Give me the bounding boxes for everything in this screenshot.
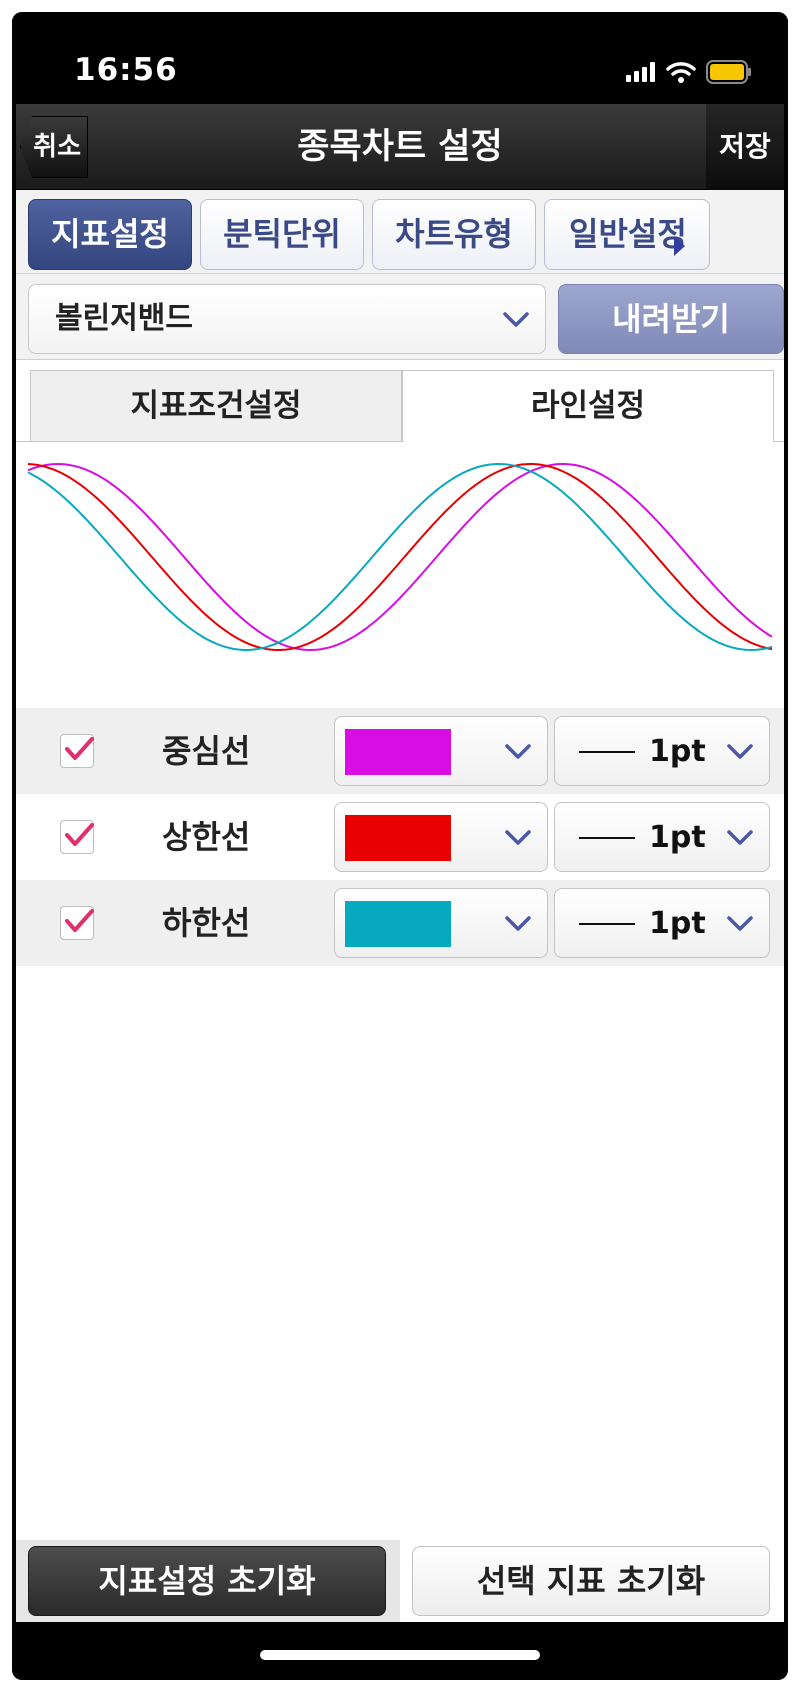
line-width-sample <box>579 923 635 925</box>
nav-bar: 종목차트 설정 취소 저장 <box>16 104 784 190</box>
reset-selected-indicator-button[interactable]: 선택 지표 초기화 <box>412 1546 770 1616</box>
page-title: 종목차트 설정 <box>297 127 503 167</box>
status-icons <box>626 58 752 86</box>
line-width-value: 1pt <box>649 734 706 769</box>
tab-chart-type[interactable]: 차트유형 <box>372 199 536 270</box>
line-label: 하한선 <box>162 904 251 942</box>
chevron-down-icon <box>505 744 531 759</box>
line-color-dropdown[interactable] <box>334 888 548 958</box>
line-checkbox[interactable] <box>60 820 94 854</box>
preview-wave-line <box>27 463 773 652</box>
checkmark-icon <box>65 909 94 932</box>
chevron-down-icon <box>727 744 753 759</box>
home-indicator[interactable] <box>260 1650 540 1660</box>
line-checkbox[interactable] <box>60 906 94 940</box>
line-width-dropdown[interactable]: 1pt <box>554 802 770 872</box>
chevron-down-icon <box>727 830 753 845</box>
indicator-select-row: 볼린저밴드 내려받기 <box>16 274 784 360</box>
line-label: 중심선 <box>162 732 251 770</box>
download-button[interactable]: 내려받기 <box>558 284 784 354</box>
tab-general-settings[interactable]: 일반설정 <box>544 199 710 270</box>
cancel-button[interactable]: 취소 <box>20 116 88 178</box>
chevron-down-icon <box>505 916 531 931</box>
color-swatch <box>345 901 451 947</box>
scroll-right-arrow-icon[interactable] <box>674 236 685 256</box>
reset-indicator-settings-button[interactable]: 지표설정 초기화 <box>28 1546 386 1616</box>
settings-tabs: 지표설정 분틱단위 차트유형 일반설정 <box>16 190 784 274</box>
chevron-down-icon <box>503 312 529 327</box>
line-row: 하한선 1pt <box>16 880 784 966</box>
preview-wave-line <box>27 463 773 651</box>
line-color-dropdown[interactable] <box>334 716 548 786</box>
tab-indicator-settings[interactable]: 지표설정 <box>28 199 192 270</box>
line-width-value: 1pt <box>649 906 706 941</box>
checkmark-icon <box>65 823 94 846</box>
chevron-down-icon <box>727 916 753 931</box>
line-width-dropdown[interactable]: 1pt <box>554 888 770 958</box>
wifi-icon <box>666 62 696 83</box>
save-button[interactable]: 저장 <box>706 104 784 190</box>
tab-tick-unit[interactable]: 분틱단위 <box>200 199 364 270</box>
status-bar: 16:56 <box>12 12 788 104</box>
line-row: 상한선 1pt <box>16 794 784 880</box>
line-row: 중심선 1pt <box>16 708 784 794</box>
tab-indicator-conditions[interactable]: 지표조건설정 <box>30 370 402 442</box>
preview-wave-line <box>27 462 773 652</box>
color-swatch <box>345 729 451 775</box>
line-settings-list: 중심선 1pt 상한선 1pt 하한선 1pt <box>16 708 784 966</box>
line-preview-wave <box>16 442 784 672</box>
chevron-down-icon <box>505 830 531 845</box>
line-width-sample <box>579 837 635 839</box>
line-checkbox[interactable] <box>60 734 94 768</box>
line-width-value: 1pt <box>649 820 706 855</box>
tab-line-settings[interactable]: 라인설정 <box>402 370 774 442</box>
status-time: 16:56 <box>74 52 178 88</box>
checkmark-icon <box>65 737 94 760</box>
line-label: 상한선 <box>162 818 251 856</box>
phone-frame: 16:56 종목차트 설정 취소 저장 지표설정 분틱단위 차트유형 일반설정 … <box>12 12 788 1680</box>
indicator-dropdown-value: 볼린저밴드 <box>55 301 193 336</box>
app-screen: 종목차트 설정 취소 저장 지표설정 분틱단위 차트유형 일반설정 볼린저밴드 … <box>16 104 784 1622</box>
line-width-sample <box>579 751 635 753</box>
tab-general-settings-label: 일반설정 <box>569 215 687 253</box>
signal-icon <box>626 62 655 82</box>
sub-tabs: 지표조건설정 라인설정 <box>16 360 784 442</box>
battery-icon <box>706 60 751 84</box>
line-width-dropdown[interactable]: 1pt <box>554 716 770 786</box>
color-swatch <box>345 815 451 861</box>
bottom-bar: 지표설정 초기화 선택 지표 초기화 <box>16 1540 784 1622</box>
line-color-dropdown[interactable] <box>334 802 548 872</box>
indicator-dropdown[interactable]: 볼린저밴드 <box>28 284 546 354</box>
